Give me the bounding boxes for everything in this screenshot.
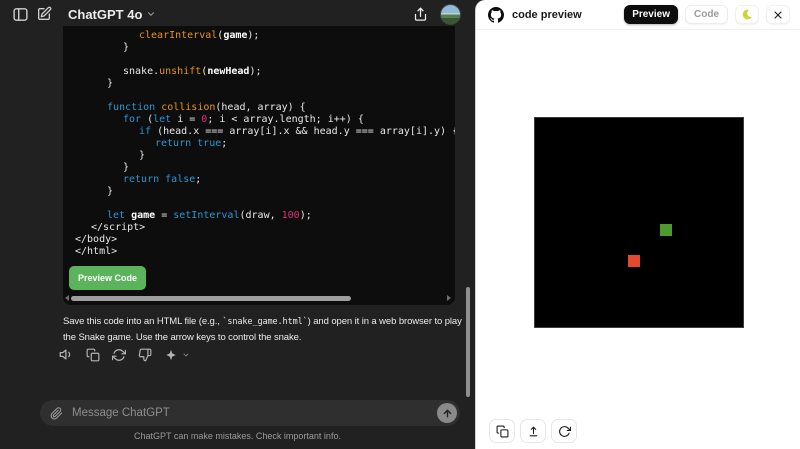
disclaimer-text: ChatGPT can make mistakes. Check importa… xyxy=(0,431,475,441)
close-icon xyxy=(772,9,784,21)
code-preview-panel: code preview Preview Code xyxy=(475,0,800,449)
avatar[interactable] xyxy=(440,4,461,25)
model-options-button[interactable] xyxy=(162,346,179,363)
upload-icon xyxy=(527,425,540,438)
sidebar-toggle-button[interactable] xyxy=(8,3,32,25)
panel-title: code preview xyxy=(512,9,582,21)
speaker-icon xyxy=(59,347,74,362)
preview-code-button[interactable]: Preview Code xyxy=(69,266,146,290)
code-line xyxy=(75,54,455,66)
refresh-icon xyxy=(112,348,126,362)
tab-preview[interactable]: Preview xyxy=(624,5,678,24)
chevron-down-icon xyxy=(182,351,190,359)
chat-header: ChatGPT 4o xyxy=(0,0,475,28)
thumbs-down-button[interactable] xyxy=(136,346,153,363)
chatgpt-panel: ChatGPT 4o clearInterval(game);} snake.u… xyxy=(0,0,475,449)
refresh-icon xyxy=(558,425,571,438)
code-line: </html> xyxy=(75,246,455,258)
code-line: } xyxy=(75,162,455,174)
snake-segment-square xyxy=(660,224,672,236)
assistant-message: Save this code into an HTML file (e.g., … xyxy=(63,314,463,345)
code-line: return false; xyxy=(75,174,455,186)
copy-button[interactable] xyxy=(489,419,515,443)
copy-icon xyxy=(496,425,509,438)
model-label: ChatGPT 4o xyxy=(68,7,142,22)
code-line: let game = setInterval(draw, 100); xyxy=(75,210,455,222)
close-button[interactable] xyxy=(766,5,790,24)
game-canvas xyxy=(535,118,743,327)
vertical-scrollbar-thumb[interactable] xyxy=(466,287,470,397)
paperclip-icon[interactable] xyxy=(50,407,63,420)
copy-message-button[interactable] xyxy=(84,346,101,363)
new-chat-icon xyxy=(36,6,52,22)
message-input[interactable] xyxy=(72,407,437,419)
share-icon xyxy=(413,7,428,22)
code-line xyxy=(75,198,455,210)
message-actions xyxy=(58,346,190,363)
code-line: for (let i = 0; i < array.length; i++) { xyxy=(75,114,455,126)
horizontal-scrollbar[interactable] xyxy=(65,294,451,302)
preview-toolbar xyxy=(489,419,577,443)
refresh-button[interactable] xyxy=(551,419,577,443)
chevron-down-icon xyxy=(146,9,156,19)
message-text-start: Save this code into an HTML file (e.g., xyxy=(63,316,222,327)
code-block: clearInterval(game);} snake.unshift(newH… xyxy=(63,26,455,305)
arrow-up-icon xyxy=(442,408,453,419)
moon-icon xyxy=(738,6,755,23)
code-line: } xyxy=(75,186,455,198)
code-line: clearInterval(game); xyxy=(75,30,455,42)
code-line: return true; xyxy=(75,138,455,150)
food-square xyxy=(628,255,640,267)
code-line: </script> xyxy=(75,222,455,234)
share-button[interactable] xyxy=(408,3,432,25)
code-line: if (head.x === array[i].x && head.y === … xyxy=(75,126,455,138)
read-aloud-button[interactable] xyxy=(58,346,75,363)
tab-code[interactable]: Code xyxy=(685,5,728,24)
code-line: } xyxy=(75,78,455,90)
composer[interactable] xyxy=(40,400,460,426)
code-line: function collision(head, array) { xyxy=(75,102,455,114)
code-line: } xyxy=(75,150,455,162)
scroll-right-icon[interactable] xyxy=(447,295,451,301)
code-lines: clearInterval(game);} snake.unshift(newH… xyxy=(75,30,455,258)
code-line xyxy=(75,90,455,102)
new-chat-button[interactable] xyxy=(32,3,56,25)
inline-code: `snake_game.html` xyxy=(222,317,307,327)
horizontal-scrollbar-thumb[interactable] xyxy=(71,296,351,301)
code-line: </body> xyxy=(75,234,455,246)
header-actions xyxy=(408,3,467,25)
regenerate-button[interactable] xyxy=(110,346,127,363)
sidebar-toggle-icon xyxy=(12,6,29,23)
preview-header: code preview Preview Code xyxy=(476,0,800,30)
send-button[interactable] xyxy=(437,403,457,423)
scroll-left-icon[interactable] xyxy=(65,295,69,301)
app-window: ChatGPT 4o clearInterval(game);} snake.u… xyxy=(0,0,800,449)
preview-header-actions: Preview Code xyxy=(624,5,790,24)
copy-icon xyxy=(86,348,100,362)
code-line: } xyxy=(75,42,455,54)
thumbs-down-icon xyxy=(138,348,152,362)
model-selector[interactable]: ChatGPT 4o xyxy=(68,7,156,22)
theme-toggle-button[interactable] xyxy=(735,5,759,24)
code-line: snake.unshift(newHead); xyxy=(75,66,455,78)
upload-button[interactable] xyxy=(520,419,546,443)
sparkle-icon xyxy=(164,348,178,362)
github-icon xyxy=(488,7,504,23)
